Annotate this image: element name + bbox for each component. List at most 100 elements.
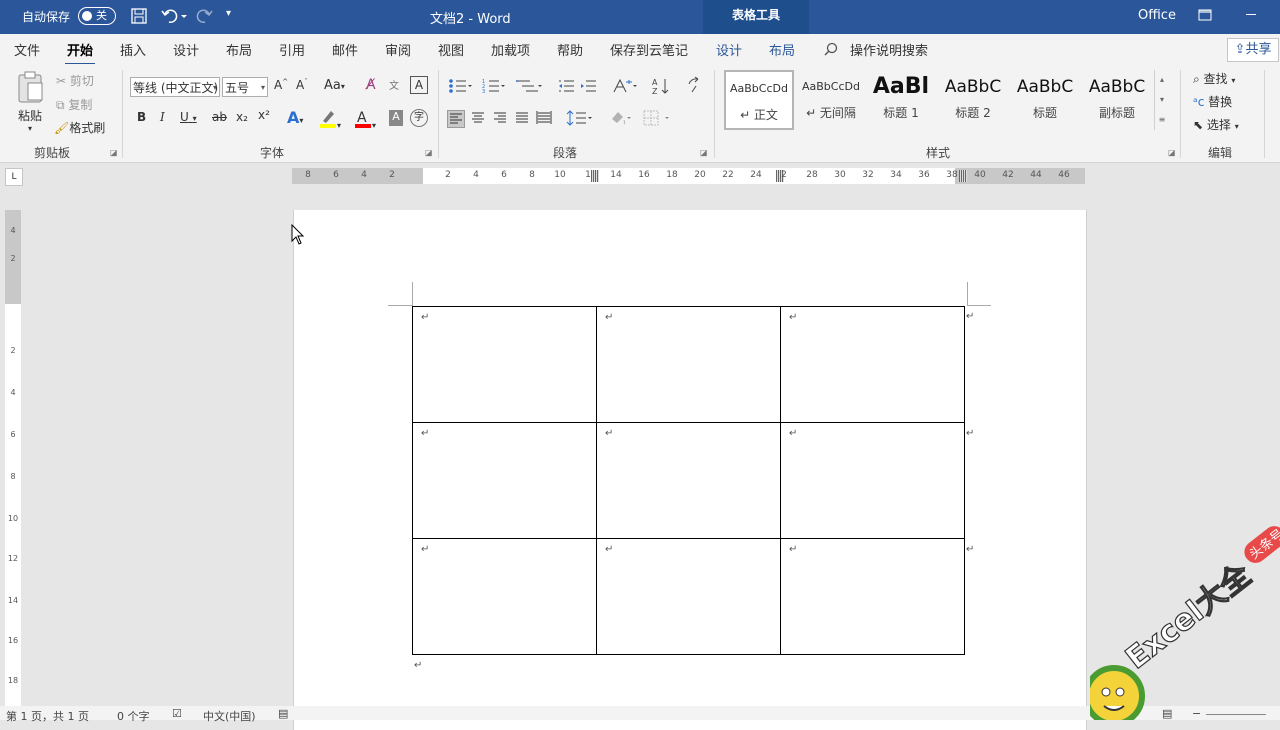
- office-account[interactable]: Office: [1138, 8, 1176, 23]
- tab-table-layout[interactable]: 布局: [769, 40, 795, 59]
- enclose-characters-icon[interactable]: 字: [410, 109, 428, 127]
- macro-icon[interactable]: ▤: [278, 707, 288, 720]
- tab-references[interactable]: 引用: [279, 40, 305, 59]
- table-cell[interactable]: ↵: [780, 538, 965, 655]
- format-painter-button[interactable]: 🖌格式刷: [54, 119, 105, 136]
- customize-qat-icon[interactable]: ▾: [226, 8, 231, 19]
- ribbon: 粘贴 ▾ ✂ 剪切 ⧉ 复制 🖌格式刷 剪贴板 ◪ 等线 (中文正文) ▾ 五号 ▾…: [0, 64, 1280, 163]
- ribbon-display-icon[interactable]: [1198, 9, 1212, 24]
- italic-button[interactable]: I: [160, 110, 165, 124]
- proofing-icon[interactable]: ☑: [172, 707, 182, 720]
- tab-view[interactable]: 视图: [438, 40, 464, 59]
- tab-save-to-cloud-notes[interactable]: 保存到云笔记: [610, 40, 688, 59]
- tab-addins[interactable]: 加载项: [491, 40, 530, 59]
- font-color-icon[interactable]: A ▾: [354, 108, 376, 131]
- distributed-icon[interactable]: [536, 110, 552, 129]
- change-case-button[interactable]: Aa▾: [324, 78, 345, 93]
- text-effects-icon[interactable]: A▾: [287, 108, 303, 127]
- subscript-button[interactable]: x₂: [236, 110, 248, 124]
- justify-icon[interactable]: [514, 110, 530, 129]
- select-button[interactable]: ⬉ 选择 ▾: [1193, 116, 1239, 133]
- ruler-column-marker[interactable]: [959, 170, 967, 182]
- phonetic-guide-icon[interactable]: 文: [389, 77, 399, 92]
- grow-font-icon[interactable]: A^: [274, 78, 288, 92]
- font-name-combo[interactable]: 等线 (中文正文) ▾: [130, 77, 220, 97]
- find-button[interactable]: ⌕ 查找 ▾: [1193, 70, 1235, 87]
- table-cell[interactable]: ↵: [412, 422, 597, 539]
- replace-button[interactable]: ᵃc 替换: [1193, 93, 1232, 110]
- increase-indent-icon[interactable]: [580, 78, 596, 97]
- character-shading-icon[interactable]: A: [389, 110, 403, 126]
- tab-layout[interactable]: 布局: [226, 40, 252, 59]
- table-cell[interactable]: ↵: [780, 306, 965, 423]
- bold-button[interactable]: B: [137, 110, 146, 124]
- redo-icon[interactable]: [194, 6, 214, 29]
- document-table[interactable]: ↵ ↵ ↵ ↵ ↵ ↵ ↵ ↵ ↵: [412, 306, 965, 655]
- copy-button[interactable]: ⧉ 复制: [56, 96, 92, 113]
- tab-design[interactable]: 设计: [173, 40, 199, 59]
- clipboard-launcher-icon[interactable]: ◪: [110, 148, 118, 157]
- style-no-spacing[interactable]: AaBbCcDd ↵ 无间隔: [796, 70, 866, 130]
- styles-scroll[interactable]: ▴ ▾ ≡: [1154, 70, 1169, 130]
- minimize-icon[interactable]: [1246, 14, 1256, 15]
- font-size-combo[interactable]: 五号 ▾: [222, 77, 268, 97]
- table-cell[interactable]: ↵: [596, 422, 781, 539]
- borders-icon[interactable]: [643, 110, 671, 129]
- word-count[interactable]: 0 个字: [117, 708, 150, 724]
- paragraph-launcher-icon[interactable]: ◪: [700, 148, 708, 157]
- cut-button[interactable]: ✂ 剪切: [56, 72, 94, 89]
- ruler-number: 8: [529, 170, 535, 180]
- decrease-indent-icon[interactable]: [558, 78, 574, 97]
- table-cell[interactable]: ↵: [780, 422, 965, 539]
- chinese-layout-icon[interactable]: [612, 78, 638, 97]
- tab-insert[interactable]: 插入: [120, 40, 146, 59]
- shading-icon[interactable]: [609, 109, 635, 130]
- tab-file[interactable]: 文件: [14, 40, 40, 59]
- sort-icon[interactable]: AZ: [652, 77, 670, 98]
- crop-mark: [388, 305, 412, 306]
- tab-home[interactable]: 开始: [64, 40, 96, 65]
- copy-icon: ⧉: [56, 98, 69, 112]
- paste-button[interactable]: 粘贴 ▾: [14, 70, 46, 140]
- style-heading-2[interactable]: AaBbC 标题 2: [940, 70, 1006, 130]
- tab-review[interactable]: 审阅: [385, 40, 411, 59]
- language[interactable]: 中文(中国): [203, 708, 256, 724]
- style-heading-1[interactable]: AaBl 标题 1: [868, 70, 934, 130]
- shrink-font-icon[interactable]: Aˇ: [296, 78, 308, 92]
- styles-launcher-icon[interactable]: ◪: [1168, 148, 1176, 157]
- undo-icon[interactable]: [160, 6, 188, 29]
- strikethrough-button[interactable]: ab: [212, 110, 227, 124]
- align-center-icon[interactable]: [470, 110, 486, 129]
- align-left-icon[interactable]: [447, 110, 465, 128]
- tab-selector[interactable]: L: [5, 168, 23, 186]
- bullets-icon[interactable]: [448, 78, 472, 97]
- table-cell[interactable]: ↵: [412, 538, 597, 655]
- style-subtitle[interactable]: AaBbC 副标题: [1084, 70, 1150, 130]
- underline-button[interactable]: U ▾: [180, 110, 197, 124]
- font-launcher-icon[interactable]: ◪: [425, 148, 433, 157]
- character-border-icon[interactable]: A: [410, 76, 428, 94]
- show-marks-icon[interactable]: [686, 76, 702, 97]
- share-button[interactable]: ⇪共享: [1227, 38, 1279, 62]
- align-right-icon[interactable]: [492, 110, 508, 129]
- line-spacing-icon[interactable]: [566, 109, 594, 130]
- superscript-button[interactable]: x²: [258, 108, 270, 122]
- paragraph-mark: ↵: [605, 312, 614, 323]
- style-title[interactable]: AaBbC 标题: [1012, 70, 1078, 130]
- autosave-toggle[interactable]: 关: [78, 7, 116, 25]
- tab-mailings[interactable]: 邮件: [332, 40, 358, 59]
- save-icon[interactable]: [130, 7, 148, 28]
- highlight-color-icon[interactable]: ▾: [319, 108, 341, 131]
- clear-formatting-icon[interactable]: A̸: [366, 77, 376, 93]
- tell-me-search[interactable]: 操作说明搜索: [850, 40, 928, 59]
- multilevel-list-icon[interactable]: [516, 78, 542, 97]
- table-cell[interactable]: ↵: [412, 306, 597, 423]
- numbering-icon[interactable]: 123: [482, 78, 506, 97]
- table-cell[interactable]: ↵: [596, 306, 781, 423]
- paragraph-mark: ↵: [605, 544, 614, 555]
- style-normal[interactable]: AaBbCcDd ↵ 正文: [724, 70, 794, 130]
- tab-table-design[interactable]: 设计: [716, 40, 742, 59]
- page-count[interactable]: 第 1 页，共 1 页: [6, 708, 89, 724]
- table-cell[interactable]: ↵: [596, 538, 781, 655]
- tab-help[interactable]: 帮助: [557, 40, 583, 59]
